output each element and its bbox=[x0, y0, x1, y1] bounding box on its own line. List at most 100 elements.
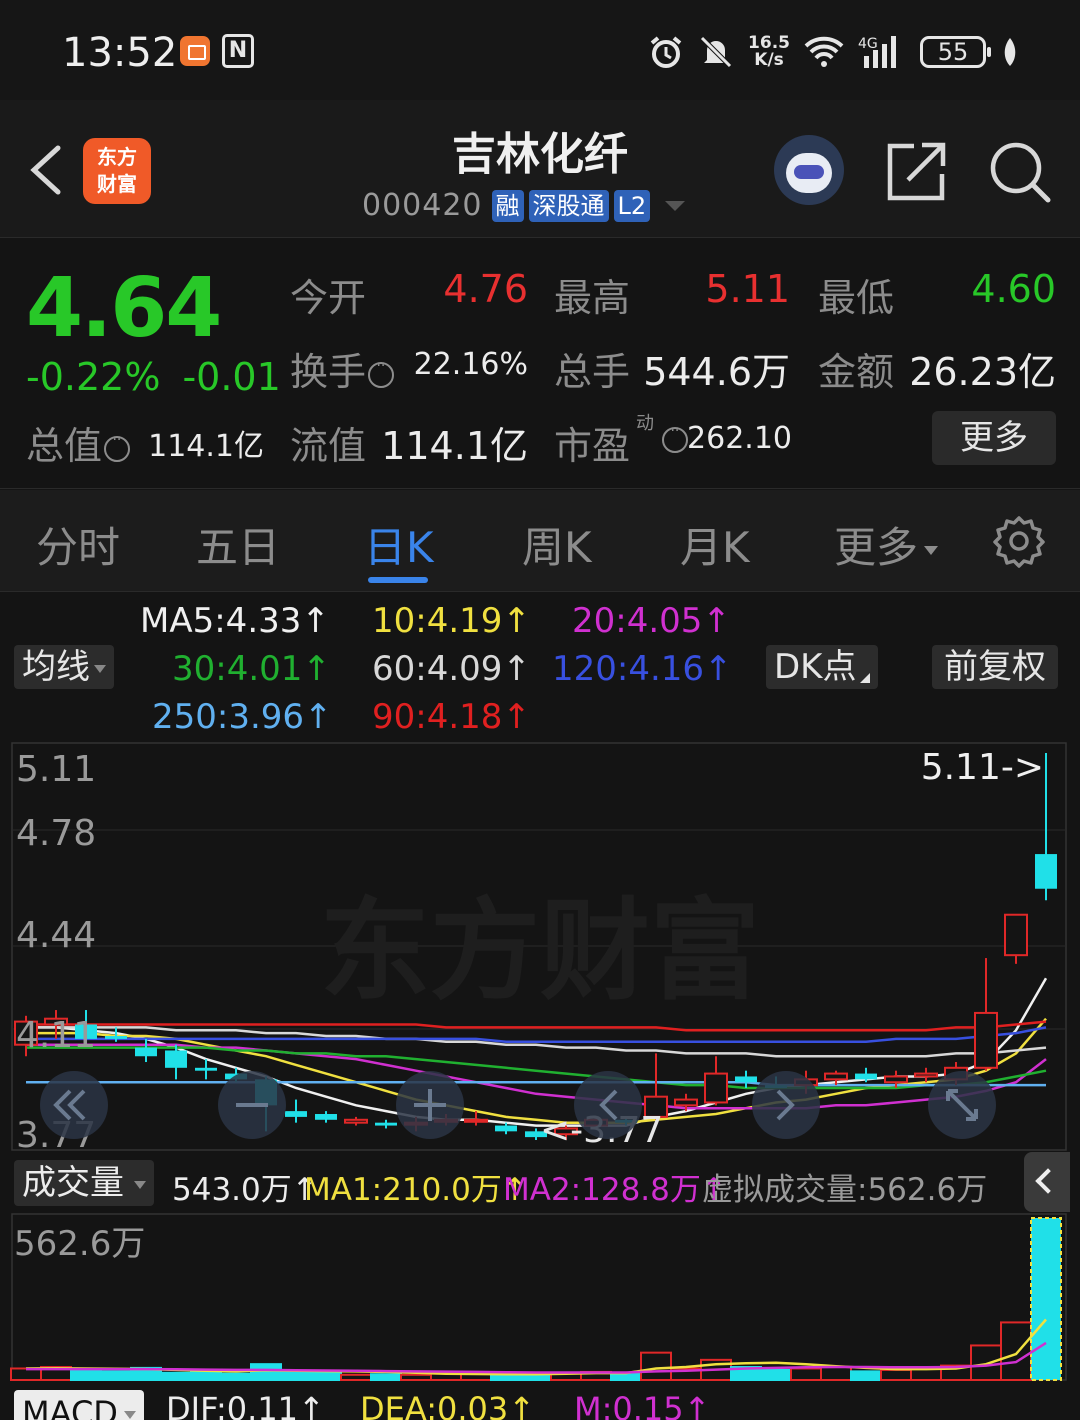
candle-body bbox=[285, 1111, 307, 1117]
fullscreen-button[interactable] bbox=[928, 1071, 996, 1139]
macd-selector[interactable]: MACD bbox=[14, 1390, 144, 1420]
indicator-selector[interactable]: 成交量 bbox=[14, 1160, 154, 1206]
ma60-value: 60:4.09↑ bbox=[372, 649, 531, 689]
quote-panel: 4.64 -0.22% -0.01 今开 4.76 最高 5.11 最低 4.60… bbox=[0, 239, 1080, 489]
low-value: 4.60 bbox=[971, 267, 1056, 311]
volume-bar bbox=[400, 1373, 432, 1381]
zoom-out-button[interactable] bbox=[218, 1071, 286, 1139]
candle-body bbox=[165, 1050, 187, 1068]
price-change: -0.22% -0.01 bbox=[26, 355, 303, 399]
tab-intraday[interactable]: 分时 bbox=[36, 514, 120, 575]
status-time: 13:52 bbox=[62, 30, 178, 76]
amount-label: 金额 bbox=[818, 350, 895, 394]
volume-bar bbox=[640, 1351, 672, 1381]
high-value: 5.11 bbox=[705, 267, 790, 311]
info-dots-icon[interactable] bbox=[368, 358, 395, 388]
ma-selector[interactable]: 均线 bbox=[14, 645, 114, 689]
mktcap-label: 总值 bbox=[26, 415, 131, 470]
candle-body bbox=[464, 1118, 488, 1123]
turnover-value: 22.16% bbox=[413, 347, 528, 382]
search-icon[interactable] bbox=[988, 140, 1052, 204]
stock-header: 东方 财富 吉林化纤 000420 融 深股通 L2 bbox=[0, 100, 1080, 238]
volume-bar bbox=[310, 1371, 342, 1381]
share-icon[interactable] bbox=[886, 140, 946, 202]
tab-more[interactable]: 更多 bbox=[834, 514, 939, 575]
open-value: 4.76 bbox=[443, 267, 528, 311]
volume-bar bbox=[760, 1368, 792, 1382]
candle-body bbox=[1035, 854, 1057, 889]
caret-down-icon bbox=[924, 546, 939, 555]
candle-body bbox=[914, 1072, 938, 1078]
chevron-down-icon[interactable] bbox=[665, 200, 686, 211]
notification-app-icon bbox=[180, 36, 210, 66]
mktcap-value: 114.1亿 bbox=[148, 429, 264, 464]
ma10-value: 10:4.19↑ bbox=[372, 601, 531, 641]
alarm-icon bbox=[650, 36, 682, 68]
pe-value: 262.10 bbox=[687, 421, 792, 456]
more-quote-button[interactable]: 更多 bbox=[932, 411, 1056, 465]
high-price-marker: 5.11-> bbox=[921, 747, 1044, 788]
turnover-label: 换手 bbox=[290, 341, 395, 396]
volume-bar bbox=[100, 1370, 132, 1381]
candle-body bbox=[824, 1072, 848, 1081]
pe-label: 市盈 bbox=[554, 424, 631, 468]
change-percent: -0.22% bbox=[26, 355, 161, 399]
ma30-value: 30:4.01↑ bbox=[172, 649, 331, 689]
corner-triangle-icon bbox=[860, 673, 871, 683]
scroll-left-button[interactable] bbox=[40, 1071, 108, 1139]
tab-daily-k[interactable]: 日K bbox=[364, 514, 434, 575]
price-tick-4: 4.11 bbox=[16, 1015, 96, 1056]
macd-m: M:0.15↑ bbox=[574, 1390, 711, 1420]
ma20-value: 20:4.05↑ bbox=[572, 601, 731, 641]
assistant-robot-icon[interactable] bbox=[774, 135, 844, 205]
connect-tag: 深股通 bbox=[528, 189, 609, 222]
battery-indicator: 55 bbox=[920, 36, 991, 68]
volume-bar bbox=[220, 1372, 252, 1381]
macd-legend: MACD DIF:0.11↑ DEA:0.03↑ M:0.15↑ bbox=[0, 1384, 1080, 1420]
nfc-icon: N bbox=[222, 34, 254, 68]
forward-adjust-button[interactable]: 前复权 bbox=[932, 645, 1058, 689]
candle-body bbox=[704, 1072, 728, 1104]
tab-weekly-k[interactable]: 周K bbox=[522, 514, 592, 575]
high-label: 最高 bbox=[554, 276, 631, 320]
volume-bar bbox=[340, 1373, 372, 1381]
level2-tag: L2 bbox=[613, 189, 651, 222]
candle-body bbox=[855, 1073, 877, 1080]
float-label: 流值 bbox=[290, 424, 367, 468]
volume-bar bbox=[280, 1370, 312, 1381]
volume-bar bbox=[190, 1370, 222, 1382]
tab-monthly-k[interactable]: 月K bbox=[680, 514, 750, 575]
float-value: 114.1亿 bbox=[381, 424, 528, 468]
dk-point-button[interactable]: DK点 bbox=[766, 645, 879, 689]
mute-icon bbox=[700, 36, 732, 68]
volume-bar bbox=[970, 1344, 1002, 1382]
volume-bar bbox=[250, 1363, 282, 1382]
candle-body bbox=[344, 1118, 368, 1124]
next-button[interactable] bbox=[752, 1071, 820, 1139]
margin-tag: 融 bbox=[491, 189, 524, 222]
ma250-value: 250:3.96↑ bbox=[152, 697, 333, 737]
collapse-panel-button[interactable] bbox=[1024, 1152, 1070, 1212]
volume-label: 总手 bbox=[554, 350, 631, 394]
volume-bar bbox=[70, 1368, 102, 1381]
kline-chart[interactable]: 东方财富 5.11 4.78 4.44 4.11 3.77 5.11-> <-3… bbox=[0, 739, 1080, 1420]
stock-subline[interactable]: 000420 融 深股通 L2 bbox=[362, 188, 686, 223]
last-price: 4.64 bbox=[26, 261, 222, 356]
status-icons: 16.5 K/s 4G 55 bbox=[648, 30, 1020, 74]
gear-icon[interactable] bbox=[992, 514, 1046, 568]
tab-five-day[interactable]: 五日 bbox=[196, 514, 280, 575]
ma90-value: 90:4.18↑ bbox=[372, 697, 531, 737]
ma5-value: MA5:4.33↑ bbox=[140, 601, 330, 641]
candle-body bbox=[974, 1011, 998, 1069]
zoom-in-button[interactable] bbox=[396, 1071, 464, 1139]
volume-chart-frame bbox=[11, 1213, 1067, 1381]
caret-down-icon bbox=[134, 1180, 146, 1189]
volume-ma2: MA2:128.8万↑ bbox=[503, 1172, 727, 1208]
volume-value: 543.0万↑ bbox=[172, 1172, 318, 1208]
prev-button[interactable] bbox=[574, 1071, 642, 1139]
ma-legend: 均线 MA5:4.33↑ 10:4.19↑ 20:4.05↑ 30:4.01↑ … bbox=[0, 593, 1080, 739]
volume-value: 544.6万 bbox=[643, 350, 790, 394]
watermark: 东方财富 bbox=[320, 887, 760, 1015]
volume-legend: 成交量 543.0万↑ MA1:210.0万↑ MA2:128.8万↑ 虚拟成交… bbox=[0, 1152, 1080, 1212]
info-dots-icon[interactable] bbox=[104, 432, 131, 462]
